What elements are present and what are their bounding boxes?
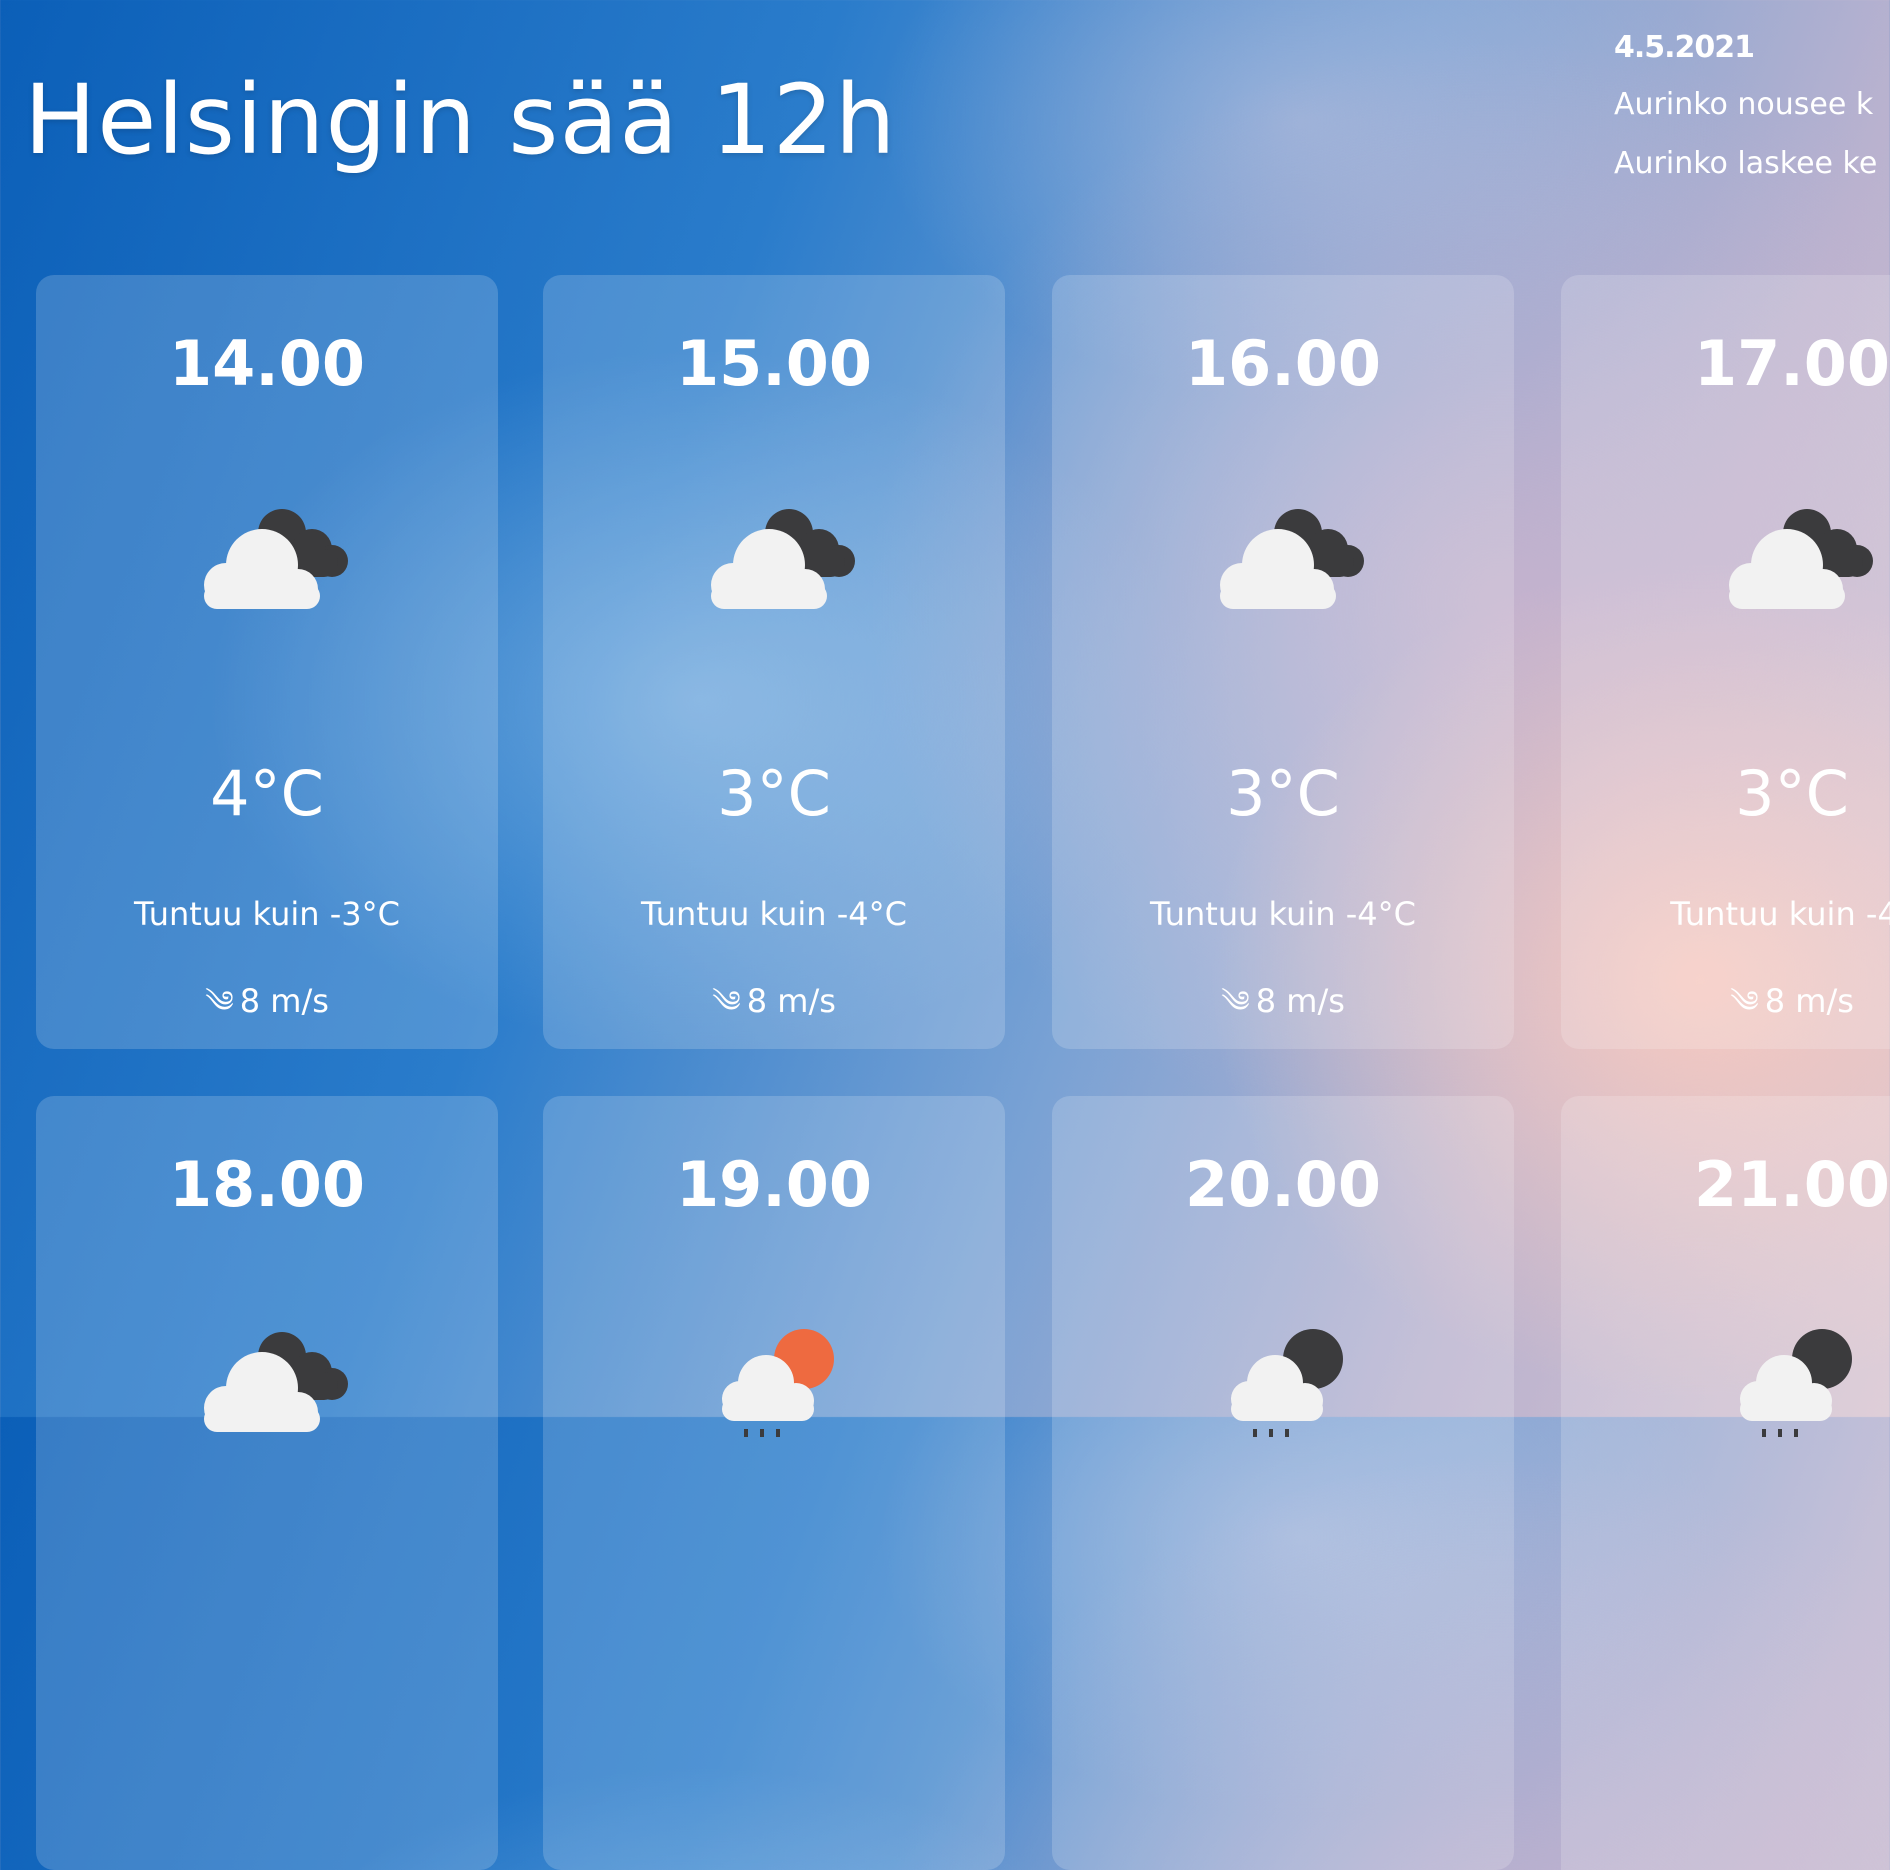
night-cloudy-rain-icon bbox=[1561, 1321, 1890, 1461]
hour-time: 18.00 bbox=[168, 1148, 366, 1221]
hour-time: 20.00 bbox=[1184, 1148, 1382, 1221]
wind-icon: ༄ bbox=[205, 985, 234, 1020]
hour-card: 20.00 bbox=[1052, 1096, 1514, 1870]
wind-speed: ༄ 8 m/s bbox=[1561, 969, 1890, 1053]
hour-card: 18.00 bbox=[36, 1096, 498, 1870]
hour-temperature: 3°C bbox=[717, 757, 831, 830]
cloudy-icon bbox=[36, 505, 498, 645]
sunrise-label: Aurinko nousee k bbox=[1614, 87, 1874, 122]
wind-value: 8 m/s bbox=[239, 982, 329, 1020]
cloudy-icon bbox=[543, 505, 1005, 645]
feels-like: Tuntuu kuin -4°C bbox=[1150, 895, 1416, 933]
sunset-label: Aurinko laskee ke bbox=[1614, 146, 1878, 181]
feels-like: Tuntuu kuin -3°C bbox=[134, 895, 400, 933]
hour-card: 16.00 3°C Tuntuu kuin -4°C ༄ 8 m/s bbox=[1052, 275, 1514, 1049]
wind-icon: ༄ bbox=[1221, 985, 1250, 1020]
cloudy-icon bbox=[1561, 505, 1890, 645]
wind-value: 8 m/s bbox=[1764, 982, 1854, 1020]
hour-time: 21.00 bbox=[1693, 1148, 1890, 1221]
hour-card: 17.00 3°C Tuntuu kuin -4° ༄ 8 m/s bbox=[1561, 275, 1890, 1049]
feels-like: Tuntuu kuin -4° bbox=[1670, 895, 1890, 933]
hour-card: 19.00 bbox=[543, 1096, 1005, 1870]
hour-card: 15.00 3°C Tuntuu kuin -4°C ༄ 8 m/s bbox=[543, 275, 1005, 1049]
wind-icon: ༄ bbox=[712, 985, 741, 1020]
wind-value: 8 m/s bbox=[746, 982, 836, 1020]
wind-value: 8 m/s bbox=[1255, 982, 1345, 1020]
cloudy-icon bbox=[36, 1328, 498, 1468]
hour-time: 15.00 bbox=[675, 327, 873, 400]
wind-speed: ༄ 8 m/s bbox=[36, 969, 498, 1053]
partly-sunny-rain-icon bbox=[543, 1321, 1005, 1461]
hour-time: 19.00 bbox=[675, 1148, 873, 1221]
hour-card: 21.00 bbox=[1561, 1096, 1890, 1870]
wind-speed: ༄ 8 m/s bbox=[1052, 969, 1514, 1053]
hour-time: 17.00 bbox=[1693, 327, 1890, 400]
hour-card: 14.00 4°C Tuntuu kuin -3°C ༄ 8 m/s bbox=[36, 275, 498, 1049]
page-title: Helsingin sää 12h bbox=[24, 64, 897, 176]
feels-like: Tuntuu kuin -4°C bbox=[641, 895, 907, 933]
night-cloudy-rain-icon bbox=[1052, 1321, 1514, 1461]
hour-time: 14.00 bbox=[168, 327, 366, 400]
cloudy-icon bbox=[1052, 505, 1514, 645]
wind-speed: ༄ 8 m/s bbox=[543, 969, 1005, 1053]
day-info: 4.5.2021 Aurinko nousee k Aurinko laskee… bbox=[1614, 30, 1877, 205]
hour-time: 16.00 bbox=[1184, 327, 1382, 400]
hour-temperature: 3°C bbox=[1735, 757, 1849, 830]
hour-temperature: 3°C bbox=[1226, 757, 1340, 830]
hour-temperature: 4°C bbox=[210, 757, 324, 830]
date-label: 4.5.2021 bbox=[1614, 30, 1755, 65]
wind-icon: ༄ bbox=[1730, 985, 1759, 1020]
